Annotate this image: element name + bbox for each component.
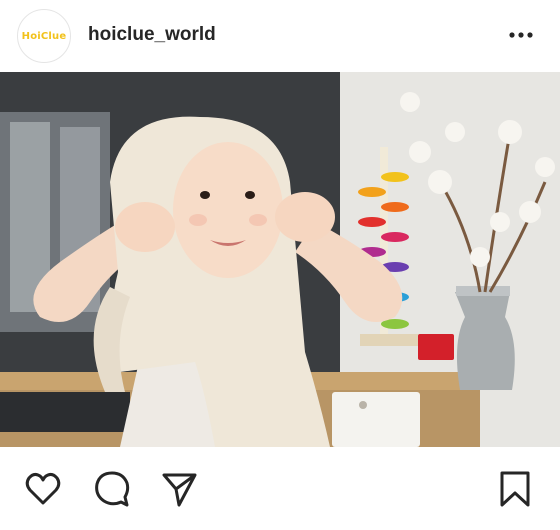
photo-illustration [0,72,560,447]
post-photo[interactable] [0,72,560,447]
avatar-logo-text: HoiClue [21,30,67,42]
more-options-icon[interactable] [505,26,537,44]
comment-bubble-icon[interactable] [92,469,132,509]
username-link[interactable]: hoiclue_world [88,24,216,46]
avatar[interactable]: HoiClue [17,9,71,63]
paper-plane-icon[interactable] [159,469,199,509]
post-header: HoiClue hoiclue_world [0,0,560,72]
bookmark-icon[interactable] [495,469,535,509]
heart-icon[interactable] [23,469,63,509]
post-action-bar [0,447,560,530]
